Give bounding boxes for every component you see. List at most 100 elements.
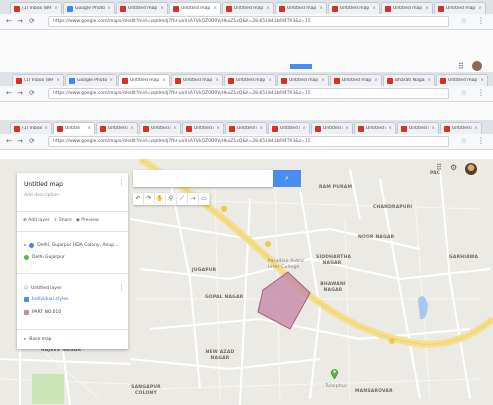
- apps-icon[interactable]: ⠿: [458, 62, 464, 71]
- tab-close-icon[interactable]: ×: [423, 6, 429, 11]
- map-description[interactable]: Add description: [24, 193, 59, 198]
- forward-icon[interactable]: →: [17, 137, 23, 145]
- browser-tab[interactable]: Untitled map×: [354, 122, 396, 134]
- bookmark-star-icon[interactable]: ☆: [461, 89, 467, 97]
- marker-icon[interactable]: ⚲: [166, 193, 177, 205]
- browser-tab[interactable]: Untitled map×: [268, 122, 310, 134]
- browser-menu-icon[interactable]: ⋮: [477, 136, 485, 145]
- tab-close-icon[interactable]: ×: [257, 126, 263, 131]
- directions-icon[interactable]: ⇢: [188, 193, 199, 205]
- tab-close-icon[interactable]: ×: [54, 78, 60, 83]
- layer-place-item[interactable]: Delhi Gujarpur: [24, 255, 65, 260]
- apps-icon[interactable]: ⠿: [436, 163, 442, 172]
- back-icon[interactable]: ←: [6, 137, 12, 145]
- map-pin-icon[interactable]: [330, 368, 339, 379]
- browser-tab[interactable]: Untitled map×: [436, 74, 488, 86]
- browser-tab[interactable]: Google Photo ×: [65, 74, 117, 86]
- tab-close-icon[interactable]: ×: [264, 6, 270, 11]
- back-icon[interactable]: ←: [6, 89, 12, 97]
- layer-item[interactable]: ▸ Delhi, Gujarpur HDA Colony, Anup...: [24, 243, 118, 248]
- browser-tab[interactable]: Google Photo ×: [63, 2, 115, 14]
- browser-menu-icon[interactable]: ⋮: [477, 16, 485, 25]
- forward-icon[interactable]: →: [17, 17, 23, 25]
- browser-menu-icon[interactable]: ⋮: [477, 88, 485, 97]
- tab-close-icon[interactable]: ×: [425, 78, 431, 83]
- tab-close-icon[interactable]: ×: [476, 6, 482, 11]
- browser-tab[interactable]: Untitled map×: [277, 74, 329, 86]
- ruler-icon[interactable]: ▭: [199, 193, 210, 205]
- reload-icon[interactable]: ⟳: [29, 89, 35, 97]
- redo-icon[interactable]: ↷: [144, 193, 155, 205]
- tab-close-icon[interactable]: ×: [472, 126, 478, 131]
- settings-icon[interactable]: ⚙: [450, 163, 457, 172]
- tab-close-icon[interactable]: ×: [85, 126, 91, 131]
- map-options-icon[interactable]: ⋮: [118, 179, 125, 187]
- tab-close-icon[interactable]: ×: [429, 126, 435, 131]
- tab-close-icon[interactable]: ×: [317, 6, 323, 11]
- avatar[interactable]: [472, 61, 482, 71]
- tab-close-icon[interactable]: ×: [105, 6, 111, 11]
- tab-close-icon[interactable]: ×: [372, 78, 378, 83]
- layer-options-icon[interactable]: ⋮: [118, 284, 125, 292]
- browser-tab[interactable]: Untitled map×: [330, 74, 382, 86]
- tab-close-icon[interactable]: ×: [343, 126, 349, 131]
- bookmark-star-icon[interactable]: ☆: [461, 17, 467, 25]
- tab-close-icon[interactable]: ×: [171, 126, 177, 131]
- browser-tab[interactable]: Untitled map×: [434, 2, 486, 14]
- bookmark-star-icon[interactable]: ☆: [461, 137, 467, 145]
- browser-tab[interactable]: Untitled map×: [275, 2, 327, 14]
- browser-tab[interactable]: (1) Inbox ×: [10, 122, 52, 134]
- browser-tab[interactable]: Untitled map×: [328, 2, 380, 14]
- hand-icon[interactable]: ✋: [155, 193, 166, 205]
- search-button[interactable]: ⌕: [273, 170, 301, 187]
- map-title[interactable]: Untitled map: [24, 181, 63, 188]
- forward-icon[interactable]: →: [17, 89, 23, 97]
- undo-icon[interactable]: ↶: [133, 193, 144, 205]
- browser-tab[interactable]: Untitled map×: [311, 122, 353, 134]
- draw-line-icon[interactable]: ⟋: [177, 193, 188, 205]
- browser-tab[interactable]: Bharatl Nagar ×: [383, 74, 435, 86]
- browser-tab[interactable]: (1) Inbox (897) - ros@pibs×: [12, 74, 64, 86]
- tab-close-icon[interactable]: ×: [386, 126, 392, 131]
- browser-tab[interactable]: Untitled map×: [224, 74, 276, 86]
- polygon-item[interactable]: PART NO.010: [24, 310, 61, 315]
- individual-styles-link[interactable]: Individual styles: [24, 297, 68, 302]
- reload-icon[interactable]: ⟳: [29, 17, 35, 25]
- browser-tab[interactable]: Untitled map×: [440, 122, 482, 134]
- checkbox-icon[interactable]: ☑: [24, 286, 28, 291]
- tab-close-icon[interactable]: ×: [319, 78, 325, 83]
- tab-close-icon[interactable]: ×: [128, 126, 134, 131]
- browser-tab[interactable]: Untitled map×: [169, 2, 221, 14]
- browser-tab[interactable]: Untitled map×: [139, 122, 181, 134]
- back-icon[interactable]: ←: [6, 17, 12, 25]
- preview-button[interactable]: ◉ Preview: [76, 218, 99, 223]
- tab-close-icon[interactable]: ×: [160, 78, 166, 83]
- browser-tab[interactable]: Untitled map×: [182, 122, 224, 134]
- base-map-item[interactable]: ▸ Base map: [24, 337, 52, 342]
- browser-tab[interactable]: Untitled map×: [381, 2, 433, 14]
- browser-tab[interactable]: (1) Inbox (897) - ros@pibs×: [10, 2, 62, 14]
- tab-close-icon[interactable]: ×: [478, 78, 484, 83]
- add-layer-button[interactable]: ⊕ Add layer: [23, 218, 50, 223]
- map-search-input[interactable]: [133, 170, 273, 187]
- tab-close-icon[interactable]: ×: [211, 6, 217, 11]
- tab-close-icon[interactable]: ×: [266, 78, 272, 83]
- tab-close-icon[interactable]: ×: [107, 78, 113, 83]
- url-input[interactable]: https://www.google.com/maps/d/edit?mid=z…: [48, 136, 449, 147]
- tab-close-icon[interactable]: ×: [52, 6, 58, 11]
- reload-icon[interactable]: ⟳: [29, 137, 35, 145]
- browser-tab[interactable]: Untitled map×: [116, 2, 168, 14]
- tab-close-icon[interactable]: ×: [300, 126, 306, 131]
- browser-tab[interactable]: Untitled map×: [118, 74, 170, 86]
- browser-tab[interactable]: Untitled map×: [225, 122, 267, 134]
- tab-close-icon[interactable]: ×: [158, 6, 164, 11]
- url-input[interactable]: https://www.google.com/maps/d/edit?mid=z…: [48, 88, 449, 99]
- avatar[interactable]: [465, 163, 477, 175]
- browser-tab[interactable]: Untitled map×: [171, 74, 223, 86]
- share-button[interactable]: ⇪ Share: [54, 218, 72, 223]
- layer-title[interactable]: ☑ Untitled layer: [24, 286, 62, 291]
- browser-tab[interactable]: Untitled map×: [222, 2, 274, 14]
- browser-tab[interactable]: Untitle ×: [53, 122, 95, 134]
- browser-tab[interactable]: Untitled map×: [397, 122, 439, 134]
- tab-close-icon[interactable]: ×: [42, 126, 48, 131]
